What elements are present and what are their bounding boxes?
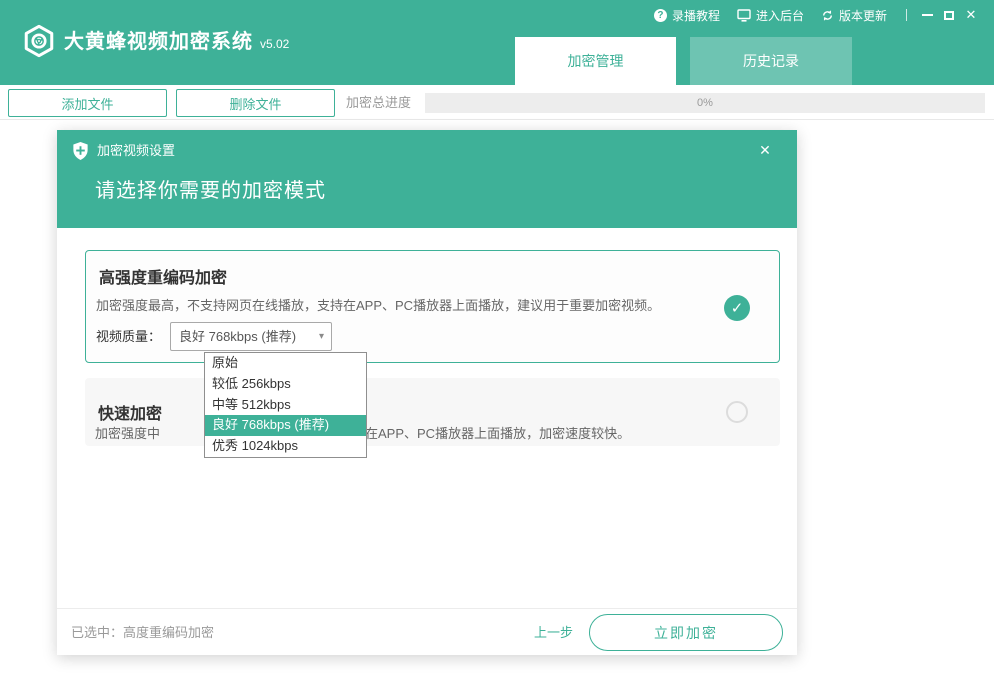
window-controls-divider bbox=[906, 9, 907, 21]
quality-label: 视频质量： bbox=[96, 322, 161, 351]
dialog-title: 加密视频设置 bbox=[97, 142, 175, 160]
progress-label: 加密总进度 bbox=[346, 85, 411, 120]
tutorial-label: 录播教程 bbox=[672, 7, 720, 24]
progress-percent: 0% bbox=[425, 93, 985, 113]
quality-option[interactable]: 原始 bbox=[205, 353, 366, 374]
tab-encryption-management[interactable]: 加密管理 bbox=[515, 37, 676, 85]
quality-option[interactable]: 较低 256kbps bbox=[205, 374, 366, 395]
option-title: 高强度重编码加密 bbox=[99, 264, 227, 288]
option-description: 加密强度最高，不支持网页在线播放，支持在APP、PC播放器上面播放，建议用于重要… bbox=[96, 295, 660, 314]
option-description-right: 支持在APP、PC播放器上面播放，加密速度较快。 bbox=[339, 423, 630, 442]
total-progress-bar: 0% bbox=[425, 93, 985, 113]
maximize-icon bbox=[944, 11, 954, 20]
help-icon: ? bbox=[654, 9, 667, 22]
monitor-icon bbox=[737, 9, 751, 22]
option-description-left: 加密强度中 bbox=[95, 423, 160, 442]
dialog-footer: 已选中：高度重编码加密 上一步 立即加密 bbox=[57, 608, 797, 655]
option-high-strength[interactable]: 高强度重编码加密 加密强度最高，不支持网页在线播放，支持在APP、PC播放器上面… bbox=[85, 250, 780, 363]
backend-label: 进入后台 bbox=[756, 7, 804, 24]
option-selected-check-icon[interactable]: ✓ bbox=[724, 295, 750, 321]
shield-plus-icon bbox=[71, 141, 90, 161]
quality-option-highlighted[interactable]: 良好 768kbps (推荐) bbox=[205, 415, 366, 436]
maximize-button[interactable] bbox=[938, 6, 960, 24]
app-logo-icon bbox=[22, 24, 56, 58]
quality-option[interactable]: 中等 512kbps bbox=[205, 395, 366, 416]
option-fast-encrypt[interactable]: 快速加密 加密强度中 支持在APP、PC播放器上面播放，加密速度较快。 bbox=[85, 378, 780, 446]
quality-selected-value: 良好 768kbps (推荐) bbox=[179, 323, 296, 350]
update-label: 版本更新 bbox=[839, 7, 887, 24]
title-bar-menu: ? 录播教程 进入后台 版本更新 ✕ bbox=[654, 5, 982, 25]
encryption-settings-dialog: 加密视频设置 ✕ 请选择你需要的加密模式 高强度重编码加密 加密强度最高，不支持… bbox=[57, 130, 797, 655]
quality-dropdown-list: 原始 较低 256kbps 中等 512kbps 良好 768kbps (推荐)… bbox=[204, 352, 367, 458]
quality-option[interactable]: 优秀 1024kbps bbox=[205, 436, 366, 457]
tutorial-link[interactable]: ? 录播教程 bbox=[654, 7, 720, 24]
dialog-heading: 请选择你需要的加密模式 bbox=[95, 174, 326, 203]
dialog-close-icon[interactable]: ✕ bbox=[755, 140, 775, 160]
delete-file-button[interactable]: 删除文件 bbox=[176, 89, 335, 117]
back-step-link[interactable]: 上一步 bbox=[534, 609, 573, 656]
chevron-down-icon: ▾ bbox=[319, 323, 324, 350]
minimize-button[interactable] bbox=[916, 6, 938, 24]
backend-link[interactable]: 进入后台 bbox=[737, 7, 804, 24]
option-radio-unchecked[interactable] bbox=[726, 401, 748, 423]
toolbar: 添加文件 删除文件 加密总进度 0% bbox=[0, 85, 994, 120]
close-button[interactable]: ✕ bbox=[960, 6, 982, 24]
quality-dropdown[interactable]: 良好 768kbps (推荐) ▾ bbox=[170, 322, 332, 351]
app-version: v5.02 bbox=[260, 37, 289, 51]
title-bar: 大黄蜂视频加密系统v5.02 ? 录播教程 进入后台 版本更新 ✕ bbox=[0, 0, 994, 85]
minimize-icon bbox=[922, 14, 933, 16]
option-title: 快速加密 bbox=[98, 400, 162, 424]
add-file-button[interactable]: 添加文件 bbox=[8, 89, 167, 117]
update-link[interactable]: 版本更新 bbox=[821, 7, 887, 24]
app-title: 大黄蜂视频加密系统v5.02 bbox=[64, 28, 289, 56]
selected-mode-text: 已选中：高度重编码加密 bbox=[71, 609, 214, 656]
dialog-header: 加密视频设置 ✕ 请选择你需要的加密模式 bbox=[57, 130, 797, 228]
refresh-icon bbox=[821, 9, 834, 22]
tab-history[interactable]: 历史记录 bbox=[690, 37, 852, 85]
encrypt-now-button[interactable]: 立即加密 bbox=[589, 614, 783, 651]
